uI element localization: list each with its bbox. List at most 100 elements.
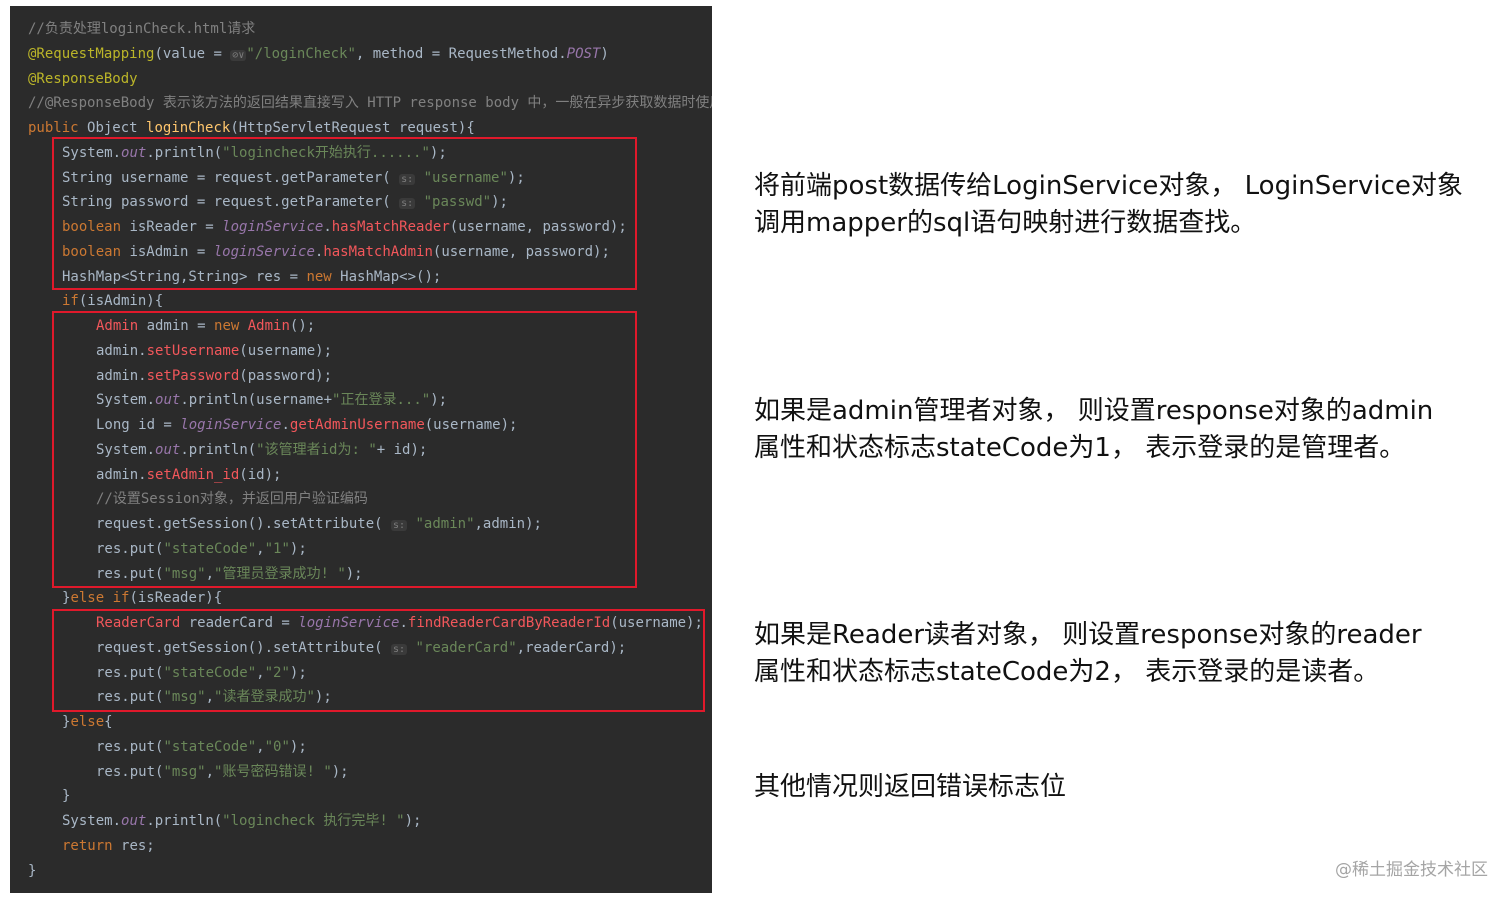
code-token: ,readerCard); bbox=[516, 639, 627, 656]
code-token: loginService bbox=[180, 417, 282, 433]
code-line: boolean isAdmin = loginService.hasMatchA… bbox=[62, 240, 610, 264]
code-token: boolean bbox=[62, 219, 130, 235]
code-token: { bbox=[104, 714, 113, 730]
code-token: res.put( bbox=[96, 664, 164, 681]
code-token: , bbox=[256, 738, 265, 755]
code-token: (username); bbox=[239, 342, 333, 359]
code-token: findReaderCardByReaderId bbox=[407, 615, 611, 631]
code-token: (username); bbox=[610, 615, 703, 631]
code-line: Long id = loginService.getAdminUsername(… bbox=[96, 413, 517, 437]
code-line: @RequestMapping(value = ⊘∨ "/loginCheck",… bbox=[28, 42, 609, 66]
code-token: (username); bbox=[424, 417, 518, 433]
code-line: res.put("msg","读者登录成功"); bbox=[96, 685, 332, 709]
code-token: @RequestMapping bbox=[28, 45, 155, 62]
code-token: (username, password); bbox=[432, 243, 610, 260]
code-token: setAdmin_id bbox=[146, 466, 240, 483]
code-line: ReaderCard readerCard = loginService.fin… bbox=[96, 611, 703, 635]
code-token: res.put( bbox=[96, 738, 164, 755]
code-line: System.out.println("该管理者id为: "+ id); bbox=[96, 438, 427, 462]
code-line: //设置Session对象，并返回用户验证编码 bbox=[96, 487, 368, 511]
code-line: admin.setAdmin_id(id); bbox=[96, 463, 281, 487]
code-line: String password = request.getParameter( … bbox=[62, 190, 508, 214]
code-token: ); bbox=[507, 169, 525, 186]
code-token: "stateCode" bbox=[163, 664, 257, 681]
code-token: "logincheck开始执行......" bbox=[222, 144, 430, 161]
code-token: } bbox=[62, 788, 71, 805]
code-token: out bbox=[155, 392, 181, 409]
code-token: .println( bbox=[180, 441, 257, 458]
code-token: } bbox=[28, 862, 37, 879]
code-token: (isAdmin){ bbox=[78, 293, 164, 310]
code-token: res.put( bbox=[96, 540, 164, 557]
code-token: "stateCode" bbox=[163, 540, 257, 557]
code-line: //负责处理loginCheck.html请求 bbox=[28, 17, 255, 41]
code-token: "1" bbox=[264, 540, 290, 557]
code-token: "logincheck 执行完毕! " bbox=[222, 813, 405, 829]
annotation-line: 属性和状态标志stateCode为2， 表示登录的是读者。 bbox=[754, 657, 1380, 687]
code-token: Object bbox=[87, 120, 147, 136]
code-line: //@ResponseBody 表示该方法的返回结果直接写入 HTTP resp… bbox=[28, 91, 712, 115]
code-line: res.put("msg","账号密码错误! "); bbox=[96, 760, 349, 784]
code-token: , bbox=[205, 689, 215, 706]
code-token: "该管理者id为: " bbox=[256, 441, 377, 458]
code-token: ReaderCard bbox=[96, 615, 189, 631]
code-token: "msg" bbox=[163, 689, 206, 706]
code-token: Admin bbox=[247, 318, 290, 334]
code-line: return res; bbox=[62, 834, 155, 858]
code-token: loginCheck bbox=[146, 120, 231, 136]
code-token: (isReader){ bbox=[129, 590, 223, 607]
code-token: POST bbox=[566, 45, 601, 62]
code-token: .println(username+ bbox=[180, 392, 333, 409]
code-token: System. bbox=[96, 441, 156, 458]
code-line: HashMap<String,String> res = new HashMap… bbox=[62, 265, 441, 289]
code-token: loginService bbox=[222, 219, 324, 235]
code-token: public bbox=[28, 120, 88, 136]
code-token: (); bbox=[289, 318, 316, 334]
code-token: (password); bbox=[239, 367, 333, 384]
code-token: Long id = bbox=[96, 417, 181, 433]
code-line: Admin admin = new Admin(); bbox=[96, 314, 315, 338]
code-token: ,admin); bbox=[474, 516, 542, 532]
code-line: System.out.println("logincheck 执行完毕! "); bbox=[62, 809, 421, 833]
code-token: setUsername bbox=[146, 342, 240, 359]
code-token: new bbox=[214, 318, 248, 334]
code-line: } bbox=[28, 859, 36, 883]
code-token: admin. bbox=[96, 367, 147, 384]
code-token: System. bbox=[62, 813, 122, 829]
annotation-block-2: 如果是admin管理者对象， 则设置response对象的admin 属性和状态… bbox=[754, 393, 1506, 467]
code-token: ); bbox=[429, 144, 447, 161]
code-line: admin.setUsername(username); bbox=[96, 339, 332, 363]
code-token: admin. bbox=[96, 342, 147, 359]
code-token: System. bbox=[96, 392, 156, 409]
code-token: , bbox=[256, 540, 265, 557]
code-line: res.put("msg","管理员登录成功! "); bbox=[96, 562, 363, 586]
code-token: "admin" bbox=[407, 516, 475, 532]
code-token: //设置Session对象，并返回用户验证编码 bbox=[96, 491, 368, 508]
code-token: .println( bbox=[146, 144, 223, 161]
code-line: }else{ bbox=[62, 710, 113, 734]
code-line: res.put("stateCode","1"); bbox=[96, 537, 307, 561]
code-token: //@ResponseBody 表示该方法的返回结果直接写入 HTTP resp… bbox=[28, 95, 712, 112]
annotation-line: 其他情况则返回错误标志位 bbox=[754, 772, 1067, 802]
code-token: hasMatchReader bbox=[331, 219, 450, 235]
code-token: ); bbox=[289, 664, 307, 681]
code-token: .println( bbox=[146, 813, 223, 829]
code-token: "/loginCheck" bbox=[246, 45, 356, 62]
code-token: (id); bbox=[239, 466, 282, 483]
code-token: hasMatchAdmin bbox=[323, 243, 433, 260]
code-line: System.out.println(username+"正在登录..."); bbox=[96, 388, 447, 412]
code-token: . bbox=[323, 219, 332, 235]
code-token: request.getSession().setAttribute( bbox=[96, 639, 392, 656]
code-token: isReader = bbox=[129, 219, 223, 235]
code-token: "读者登录成功" bbox=[214, 689, 315, 706]
code-line: request.getSession().setAttribute( s: "a… bbox=[96, 512, 542, 536]
code-token: "管理员登录成功! " bbox=[214, 565, 346, 582]
code-token: res.put( bbox=[96, 763, 164, 780]
code-token: if bbox=[62, 293, 79, 310]
code-token: out bbox=[121, 813, 147, 829]
code-token: (value = bbox=[154, 45, 231, 62]
code-token: "readerCard" bbox=[407, 639, 517, 656]
annotation-block-4: 其他情况则返回错误标志位 bbox=[754, 769, 1506, 806]
code-token: ); bbox=[345, 565, 363, 582]
code-token: out bbox=[155, 441, 181, 458]
